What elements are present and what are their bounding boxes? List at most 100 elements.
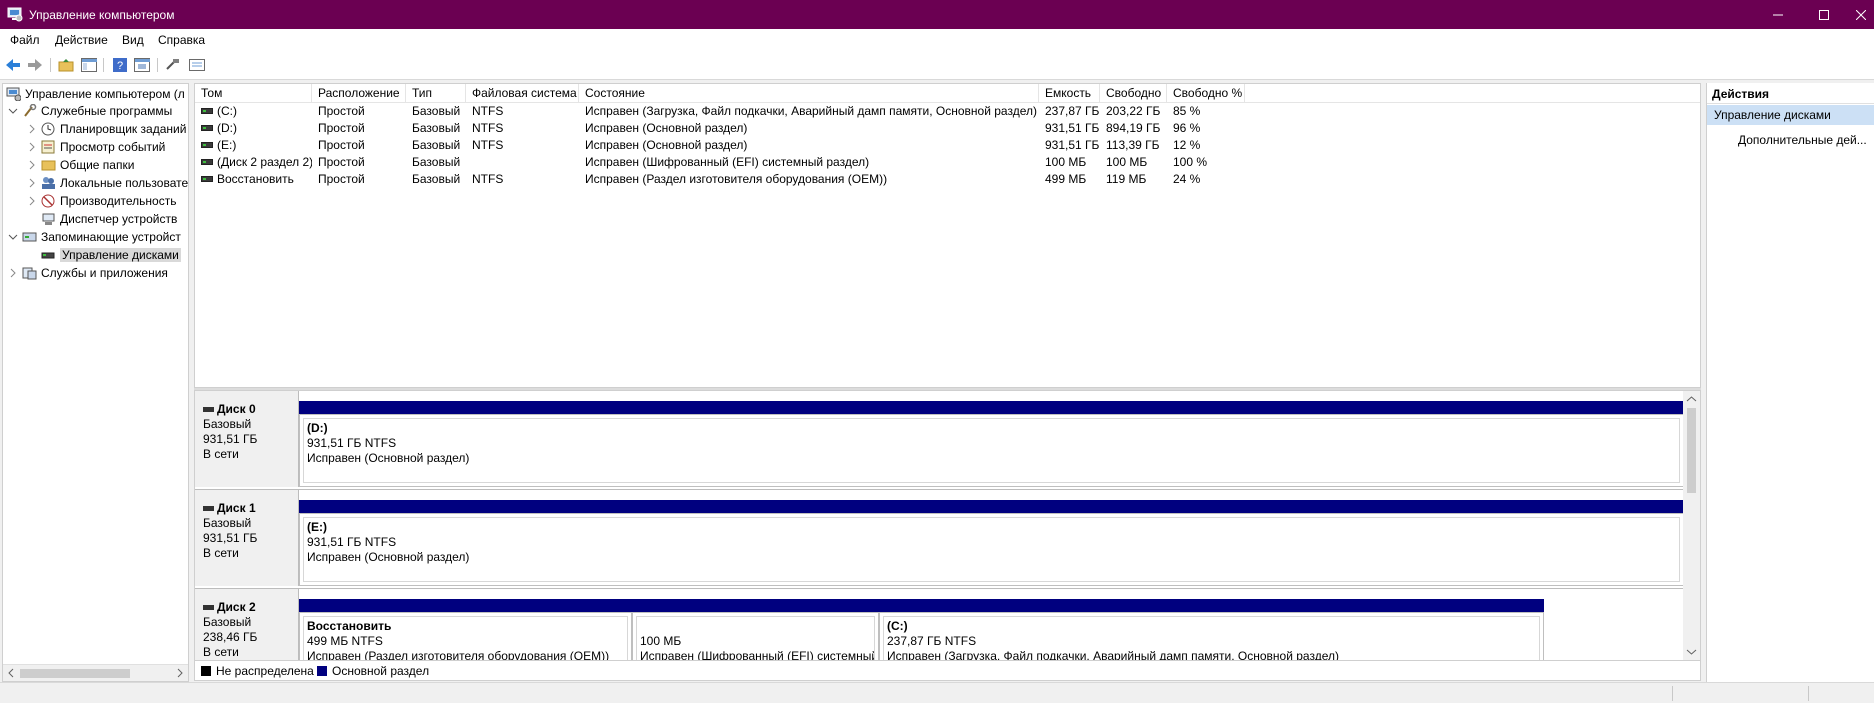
- properties-icon: [134, 58, 150, 72]
- scroll-down-icon[interactable]: [1686, 646, 1697, 657]
- column-header-filesystem[interactable]: Файловая система: [466, 84, 579, 103]
- table-row[interactable]: (E:) Простой Базовый NTFS Исправен (Осно…: [195, 137, 1700, 154]
- computer-management-icon: [6, 87, 21, 101]
- up-level-button[interactable]: [57, 56, 75, 74]
- chevron-right-icon[interactable]: [27, 142, 37, 152]
- partition-state: Исправен (Основной раздел): [307, 451, 470, 465]
- partition-e[interactable]: (E:) 931,51 ГБ NTFS Исправен (Основной р…: [299, 500, 1684, 586]
- tree-label: Службы и приложения: [41, 265, 168, 280]
- disk-row[interactable]: Диск 2 Базовый 238,46 ГБ В сети Восстано…: [195, 589, 1684, 660]
- minimize-button[interactable]: [1755, 0, 1801, 29]
- volume-name: (D:): [217, 121, 237, 135]
- toolbar-separator: [50, 58, 51, 72]
- cell-volume: Восстановить: [195, 171, 312, 188]
- cell-type: Базовый: [412, 138, 461, 152]
- toolbar-separator: [157, 58, 158, 72]
- folder-up-icon: [58, 59, 74, 72]
- table-row[interactable]: Восстановить Простой Базовый NTFS Исправ…: [195, 171, 1700, 188]
- close-button[interactable]: [1847, 0, 1874, 29]
- disk-info[interactable]: Диск 2 Базовый 238,46 ГБ В сети: [195, 589, 299, 660]
- disk-row[interactable]: Диск 0 Базовый 931,51 ГБ В сети (D:) 931…: [195, 391, 1684, 489]
- legend-swatch-unallocated: [201, 666, 211, 676]
- column-header-status[interactable]: Состояние: [579, 84, 1039, 103]
- column-header-free[interactable]: Свободно: [1100, 84, 1167, 103]
- more-actions-link[interactable]: Дополнительные дей...: [1738, 133, 1867, 147]
- disk-row[interactable]: Диск 1 Базовый 931,51 ГБ В сети (E:) 931…: [195, 490, 1684, 588]
- tree-node-shared-folders[interactable]: Общие папки: [27, 156, 134, 173]
- menu-file[interactable]: Файл: [10, 33, 40, 47]
- disk-info[interactable]: Диск 0 Базовый 931,51 ГБ В сети: [195, 391, 299, 487]
- chevron-right-icon[interactable]: [27, 160, 37, 170]
- volume-name: (C:): [217, 104, 237, 118]
- disk-name: Диск 2: [203, 600, 298, 615]
- column-header-volume[interactable]: Том: [195, 84, 312, 103]
- partition-size-fs: 931,51 ГБ NTFS: [307, 535, 397, 549]
- partition-details: Восстановить 499 МБ NTFS Исправен (Разде…: [303, 616, 628, 660]
- column-header-free-percent[interactable]: Свободно %: [1167, 84, 1245, 103]
- back-button[interactable]: [4, 56, 22, 74]
- partition-bar: [299, 599, 632, 612]
- scrollbar-thumb[interactable]: [20, 669, 130, 678]
- partition-c[interactable]: (C:) 237,87 ГБ NTFS Исправен (Загрузка, …: [879, 599, 1544, 660]
- partition-recovery[interactable]: Восстановить 499 МБ NTFS Исправен (Разде…: [299, 599, 632, 660]
- chevron-down-icon[interactable]: [8, 106, 18, 116]
- show-hide-tree-button[interactable]: [80, 56, 98, 74]
- disk-settings-button[interactable]: [188, 56, 206, 74]
- tree-horizontal-scrollbar[interactable]: [3, 664, 188, 681]
- disk-view-vertical-scrollbar[interactable]: [1683, 391, 1700, 660]
- legend: Не распределена Основной раздел: [194, 661, 1701, 681]
- tree-label: Локальные пользовате: [60, 175, 189, 190]
- menu-view[interactable]: Вид: [122, 33, 144, 47]
- chevron-down-icon[interactable]: [8, 232, 18, 242]
- users-icon: [42, 176, 55, 189]
- cell-type: Базовый: [412, 104, 461, 118]
- tree-node-task-scheduler[interactable]: Планировщик заданий: [27, 120, 186, 137]
- volume-name: (Диск 2 раздел 2): [217, 155, 312, 169]
- maximize-button[interactable]: [1801, 0, 1847, 29]
- table-row[interactable]: (C:) Простой Базовый NTFS Исправен (Загр…: [195, 103, 1700, 120]
- scroll-up-icon[interactable]: [1686, 394, 1697, 405]
- column-header-type[interactable]: Тип: [406, 84, 466, 103]
- menu-help[interactable]: Справка: [158, 33, 205, 47]
- tree-label: Производительность: [60, 193, 177, 208]
- disk-info[interactable]: Диск 1 Базовый 931,51 ГБ В сети: [195, 490, 299, 586]
- tree-node-storage[interactable]: Запоминающие устройст: [8, 228, 181, 245]
- table-row[interactable]: (D:) Простой Базовый NTFS Исправен (Осно…: [195, 120, 1700, 137]
- chevron-right-icon[interactable]: [27, 124, 37, 134]
- tree-root[interactable]: Управление компьютером (л: [6, 85, 185, 102]
- properties-button[interactable]: [133, 56, 151, 74]
- shared-folder-icon: [41, 160, 56, 170]
- tree-node-performance[interactable]: Производительность: [27, 192, 176, 209]
- tree-node-device-manager[interactable]: Диспетчер устройств: [41, 210, 177, 227]
- disk-name-label: Диск 0: [217, 402, 256, 416]
- forward-button[interactable]: [26, 56, 44, 74]
- chevron-right-icon[interactable]: [8, 268, 18, 278]
- help-button[interactable]: ?: [111, 56, 129, 74]
- disk-type: Базовый: [203, 516, 252, 530]
- cell-free: 203,22 ГБ: [1106, 104, 1161, 118]
- tree-node-local-users[interactable]: Локальные пользовате: [27, 174, 188, 191]
- volume-icon: [201, 107, 213, 114]
- scroll-left-icon[interactable]: [6, 668, 16, 678]
- partition-d[interactable]: (D:) 931,51 ГБ NTFS Исправен (Основной р…: [299, 401, 1684, 487]
- cell-free-percent: 100 %: [1173, 155, 1208, 169]
- tree-node-disk-management[interactable]: Управление дисками: [41, 246, 181, 263]
- menu-action[interactable]: Действие: [55, 33, 108, 47]
- cell-layout: Простой: [318, 155, 365, 169]
- disk-type: Базовый: [203, 615, 252, 629]
- scrollbar-thumb[interactable]: [1687, 408, 1696, 493]
- column-header-layout[interactable]: Расположение: [312, 84, 406, 103]
- connect-button[interactable]: [164, 56, 182, 74]
- partition-efi[interactable]: 100 МБ Исправен (Шифрованный (EFI) систе…: [632, 599, 879, 660]
- tree-node-system-tools[interactable]: Служебные программы: [8, 102, 172, 119]
- tree-node-event-viewer[interactable]: Просмотр событий: [27, 138, 165, 155]
- column-header-capacity[interactable]: Емкость: [1039, 84, 1100, 103]
- table-row[interactable]: (Диск 2 раздел 2) Простой Базовый Исправ…: [195, 154, 1700, 171]
- chevron-right-icon[interactable]: [27, 178, 37, 188]
- actions-section-disk-management[interactable]: Управление дисками: [1707, 105, 1874, 125]
- scroll-right-icon[interactable]: [175, 668, 185, 678]
- tree-node-services-apps[interactable]: Службы и приложения: [8, 264, 168, 281]
- chevron-right-icon[interactable]: [27, 196, 37, 206]
- cell-free: 119 МБ: [1106, 172, 1147, 186]
- partition-body: (C:) 237,87 ГБ NTFS Исправен (Загрузка, …: [879, 612, 1544, 660]
